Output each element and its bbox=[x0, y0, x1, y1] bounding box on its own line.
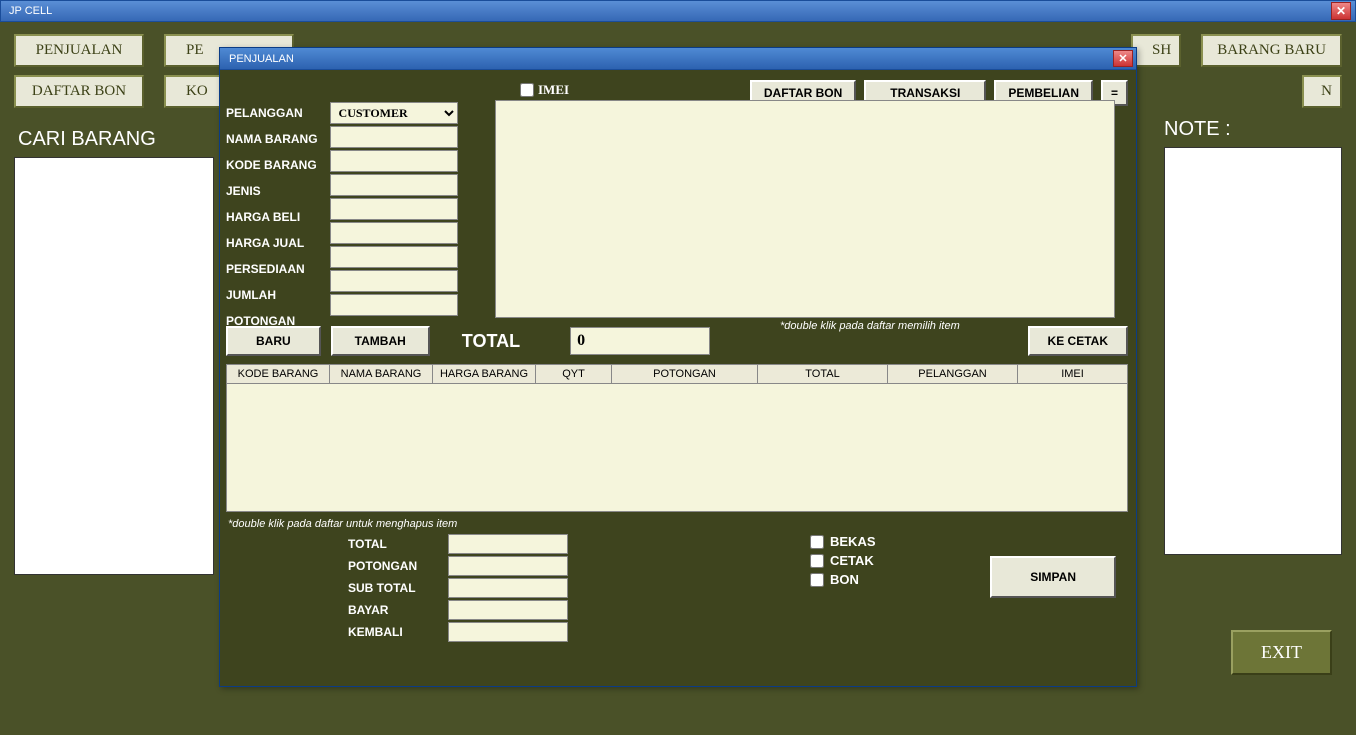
item-preview-panel[interactable] bbox=[495, 100, 1115, 318]
total-label: TOTAL bbox=[462, 331, 520, 352]
main-title: JP CELL bbox=[5, 5, 52, 17]
sum-subtotal-input[interactable] bbox=[448, 578, 568, 598]
sum-total-input[interactable] bbox=[448, 534, 568, 554]
lbl-persediaan: PERSEDIAAN bbox=[226, 258, 318, 280]
col-imei: IMEI bbox=[1018, 365, 1127, 383]
main-titlebar: JP CELL ✕ bbox=[0, 0, 1356, 22]
lbl-harga-jual: HARGA JUAL bbox=[226, 232, 318, 254]
imei-checkbox[interactable] bbox=[520, 83, 534, 97]
grid-body[interactable] bbox=[226, 384, 1128, 512]
jumlah-input[interactable] bbox=[330, 270, 458, 292]
sum-bayar-input[interactable] bbox=[448, 600, 568, 620]
sum-kembali-lbl: KEMBALI bbox=[348, 625, 438, 639]
barang-baru-button[interactable]: BARANG BARU bbox=[1201, 34, 1342, 67]
dialog-title: PENJUALAN bbox=[223, 53, 294, 65]
ke-cetak-button[interactable]: KE CETAK bbox=[1028, 326, 1128, 356]
tambah-button[interactable]: TAMBAH bbox=[331, 326, 430, 356]
lbl-jumlah: JUMLAH bbox=[226, 284, 318, 306]
jenis-input[interactable] bbox=[330, 174, 458, 196]
imei-label: IMEI bbox=[538, 82, 569, 98]
dialog-close-icon[interactable]: ✕ bbox=[1113, 50, 1133, 67]
grid-header: KODE BARANG NAMA BARANG HARGA BARANG QYT… bbox=[226, 364, 1128, 384]
sum-potongan-input[interactable] bbox=[448, 556, 568, 576]
simpan-button[interactable]: SIMPAN bbox=[990, 556, 1116, 598]
cari-barang-panel[interactable] bbox=[14, 157, 214, 575]
bon-label: BON bbox=[830, 572, 859, 587]
bekas-checkbox[interactable] bbox=[810, 535, 824, 549]
sum-subtotal-lbl: SUB TOTAL bbox=[348, 581, 438, 595]
col-potongan: POTONGAN bbox=[612, 365, 758, 383]
exit-button[interactable]: EXIT bbox=[1231, 630, 1332, 675]
cari-barang-label: CARI BARANG bbox=[18, 128, 214, 151]
note-panel[interactable] bbox=[1164, 147, 1342, 555]
penjualan-dialog: PENJUALAN ✕ IMEI DAFTAR BON TRANSAKSI PE… bbox=[219, 47, 1137, 687]
cetak-checkbox[interactable] bbox=[810, 554, 824, 568]
col-kode: KODE BARANG bbox=[227, 365, 330, 383]
lbl-jenis: JENIS bbox=[226, 180, 318, 202]
baru-button[interactable]: BARU bbox=[226, 326, 321, 356]
lbl-kode-barang: KODE BARANG bbox=[226, 154, 318, 176]
penjualan-button[interactable]: PENJUALAN bbox=[14, 34, 144, 67]
bekas-label: BEKAS bbox=[830, 534, 876, 549]
items-grid[interactable]: KODE BARANG NAMA BARANG HARGA BARANG QYT… bbox=[226, 364, 1128, 512]
kode-barang-input[interactable] bbox=[330, 150, 458, 172]
close-icon[interactable]: ✕ bbox=[1331, 2, 1351, 20]
col-harga: HARGA BARANG bbox=[433, 365, 536, 383]
total-value-box[interactable] bbox=[570, 327, 710, 355]
cetak-label: CETAK bbox=[830, 553, 874, 568]
dialog-titlebar: PENJUALAN ✕ bbox=[220, 48, 1136, 70]
sum-potongan-lbl: POTONGAN bbox=[348, 559, 438, 573]
sum-kembali-input[interactable] bbox=[448, 622, 568, 642]
col-nama: NAMA BARANG bbox=[330, 365, 433, 383]
hint-delete-item: *double klik pada daftar untuk menghapus… bbox=[228, 518, 457, 530]
potongan-input[interactable] bbox=[330, 294, 458, 316]
harga-jual-input[interactable] bbox=[330, 222, 458, 244]
bon-checkbox[interactable] bbox=[810, 573, 824, 587]
hint-select-item: *double klik pada daftar memilih item bbox=[780, 320, 960, 332]
sum-total-lbl: TOTAL bbox=[348, 537, 438, 551]
harga-beli-input[interactable] bbox=[330, 198, 458, 220]
daftar-bon-button[interactable]: DAFTAR BON bbox=[14, 75, 144, 108]
lbl-harga-beli: HARGA BELI bbox=[226, 206, 318, 228]
sum-bayar-lbl: BAYAR bbox=[348, 603, 438, 617]
persediaan-input[interactable] bbox=[330, 246, 458, 268]
col-pelanggan: PELANGGAN bbox=[888, 365, 1018, 383]
lbl-nama-barang: NAMA BARANG bbox=[226, 128, 318, 150]
toolbar-button-5[interactable]: SH bbox=[1131, 34, 1181, 67]
nama-barang-input[interactable] bbox=[330, 126, 458, 148]
toolbar2-button-5[interactable]: N bbox=[1302, 75, 1342, 108]
col-qyt: QYT bbox=[536, 365, 612, 383]
note-label: NOTE : bbox=[1164, 118, 1342, 141]
lbl-pelanggan: PELANGGAN bbox=[226, 102, 318, 124]
pelanggan-select[interactable]: CUSTOMER bbox=[330, 102, 458, 124]
col-total: TOTAL bbox=[758, 365, 888, 383]
